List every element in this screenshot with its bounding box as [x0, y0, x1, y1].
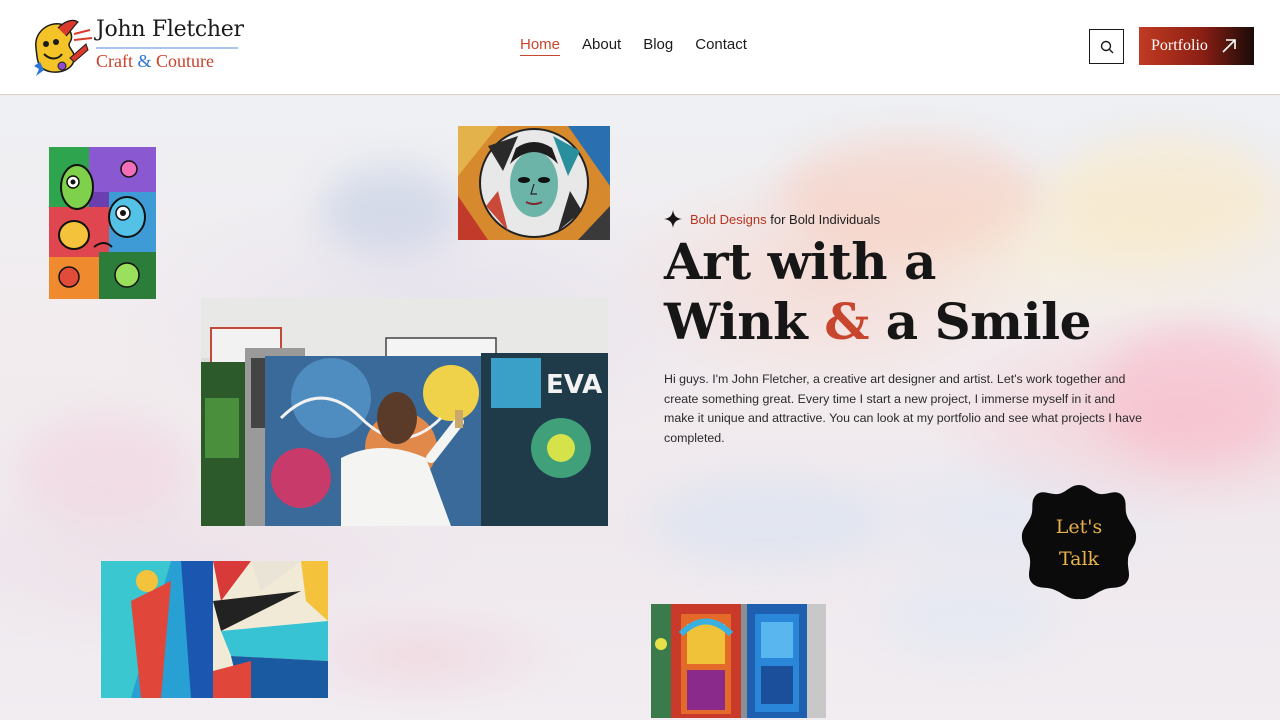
headline-line2-start: Wink — [664, 292, 808, 351]
artwork-artist-painting-photo[interactable]: EVA — [201, 298, 608, 526]
portfolio-button-label: Portfolio — [1151, 37, 1208, 54]
tagline-rest: for Bold Individuals — [770, 211, 881, 227]
nav-about[interactable]: About — [582, 36, 621, 56]
palette-logo-icon — [34, 19, 93, 76]
brand-logo[interactable]: John Fletcher Craft & Couture — [30, 14, 245, 80]
site-header: John Fletcher Craft & Couture Home About… — [0, 0, 1280, 95]
artwork-abstract-shapes[interactable] — [101, 561, 328, 698]
sparkle-icon — [664, 210, 682, 228]
artwork-geometric-portrait[interactable] — [458, 126, 610, 240]
headline-line1: Art with a — [664, 232, 936, 291]
tagline-accent: Bold Designs — [690, 211, 767, 227]
hero-tagline: Bold Designs for Bold Individuals — [664, 210, 880, 228]
headline-line2-end: a Smile — [885, 292, 1092, 351]
paint-splash — [20, 416, 190, 526]
geometric-portrait-image — [458, 126, 610, 240]
hero-intro-text: Hi guys. I'm John Fletcher, a creative a… — [664, 372, 1143, 445]
artwork-painted-doors[interactable] — [651, 604, 826, 718]
brand-name: John Fletcher — [96, 17, 244, 42]
headline-ampersand: & — [824, 292, 869, 351]
artist-painting-photo-image: EVA — [201, 298, 608, 526]
artwork-graffiti-monsters[interactable] — [49, 147, 156, 299]
paint-splash — [320, 166, 460, 256]
svg-text:EVA: EVA — [546, 370, 602, 400]
abstract-shapes-image — [101, 561, 328, 698]
nav-blog[interactable]: Blog — [643, 36, 673, 56]
brand-tagline-amp: & — [137, 51, 152, 71]
paint-splash — [650, 476, 880, 566]
hero-headline: Art with a Wink & a Smile — [664, 232, 1091, 352]
main-nav: Home About Blog Contact — [520, 36, 747, 56]
nav-contact[interactable]: Contact — [695, 36, 747, 56]
arrow-up-right-icon — [1222, 39, 1236, 53]
brand-divider — [96, 47, 238, 49]
search-button[interactable] — [1089, 29, 1124, 64]
lets-talk-label: Let's Talk — [1020, 511, 1138, 575]
lets-talk-line1: Let's — [1055, 516, 1103, 538]
brand-tagline-part1: Craft — [96, 51, 133, 71]
nav-home[interactable]: Home — [520, 36, 561, 56]
graffiti-monsters-image — [49, 147, 156, 299]
portfolio-button[interactable]: Portfolio — [1139, 27, 1254, 65]
search-icon — [1100, 40, 1113, 53]
lets-talk-line2: Talk — [1058, 548, 1100, 570]
painted-doors-image — [651, 604, 826, 718]
brand-tagline: Craft & Couture — [96, 51, 214, 72]
lets-talk-button[interactable]: Let's Talk — [1020, 483, 1138, 601]
brand-tagline-part2: Couture — [156, 51, 214, 71]
